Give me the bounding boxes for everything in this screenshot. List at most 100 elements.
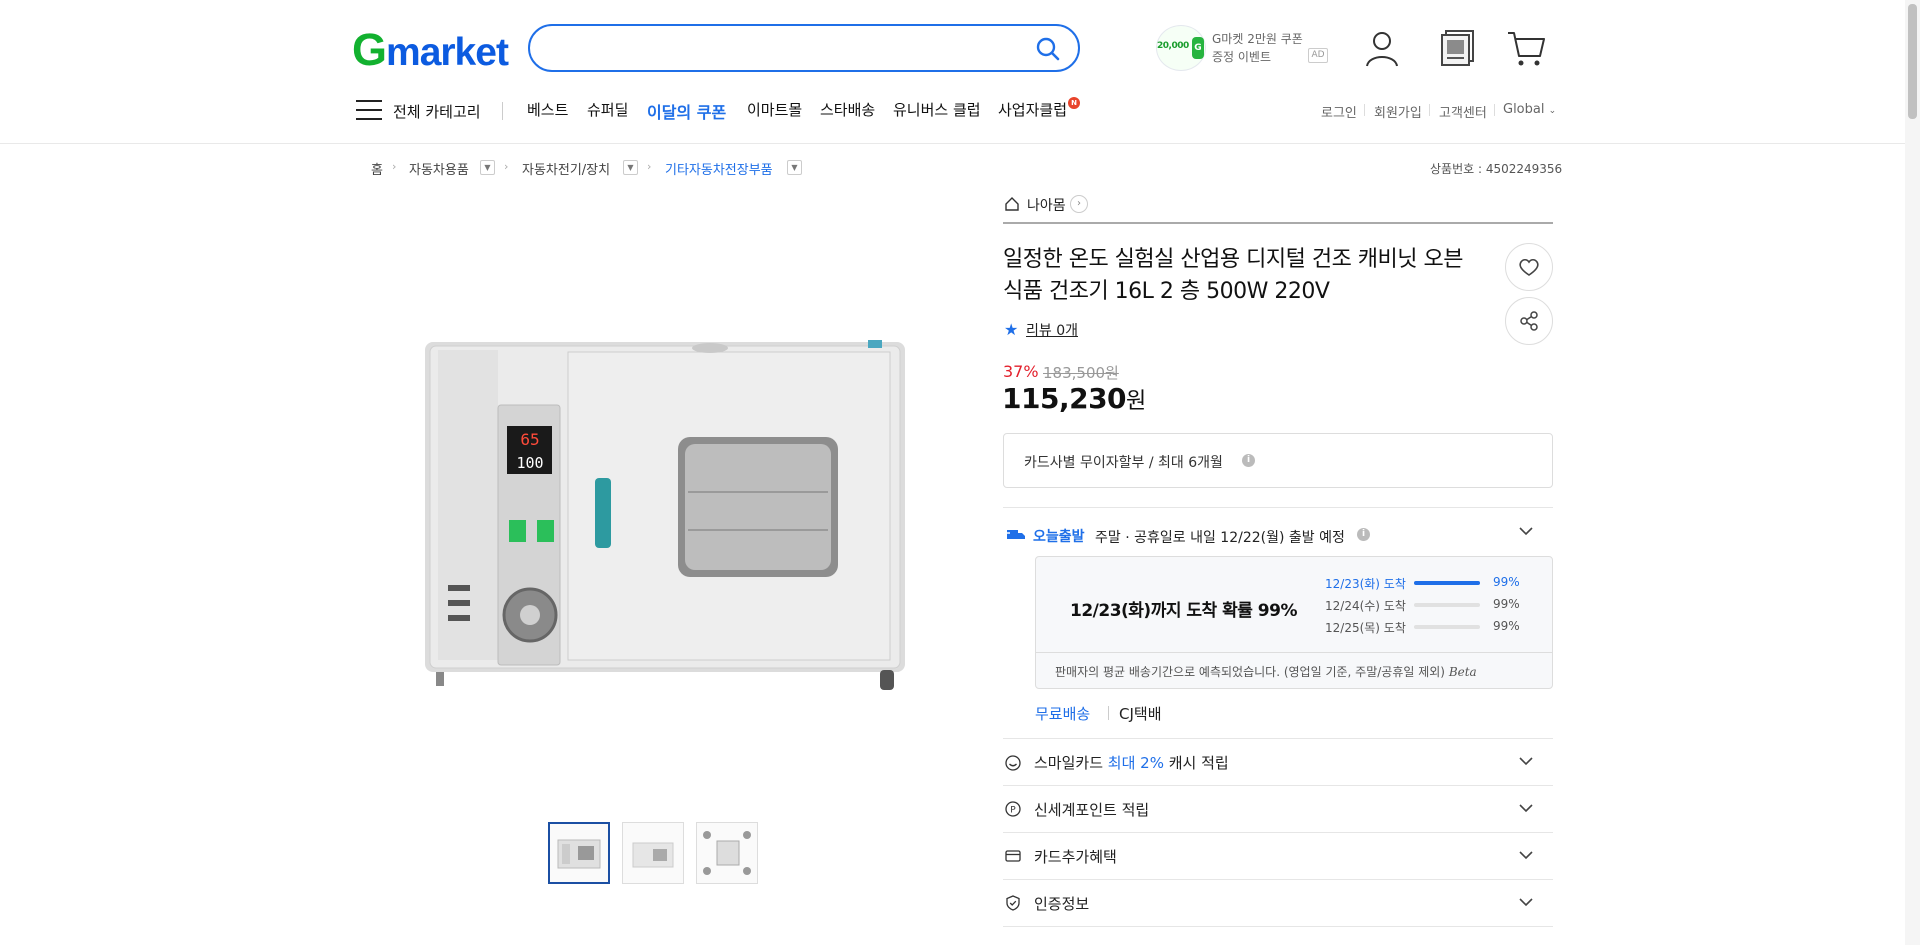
nav-superdeal[interactable]: 슈퍼딜 [587,99,628,120]
shinsegae-point[interactable]: 신세계포인트 적립 [1034,799,1149,820]
chevron-down-icon[interactable] [1517,846,1535,864]
recent-items-icon[interactable] [1438,28,1478,68]
gmarket-logo[interactable]: Gmarket [352,24,509,76]
arrival-bar-1 [1414,581,1480,585]
chevron-down-icon[interactable]: ▼ [480,160,495,175]
nav-divider [502,102,503,120]
smile-icon [1005,755,1021,771]
chevron-right-icon[interactable]: › [1070,195,1088,213]
svg-text:P: P [1010,806,1016,816]
home-icon[interactable] [1004,196,1020,212]
arrival-pct-2: 99% [1493,597,1520,611]
card-icon [1005,850,1021,862]
chevron-down-icon[interactable]: ▼ [623,160,638,175]
user-icon[interactable] [1362,28,1402,68]
util-divider [1494,104,1495,116]
arrival-date-2: 12/24(수) 도착 [1325,599,1406,613]
chevron-down-icon[interactable] [1517,799,1535,817]
nav-monthly-coupon[interactable]: 이달의 쿠폰 [647,99,726,123]
chevron-right-icon: › [392,160,397,173]
card-extra-benefit[interactable]: 카드추가혜택 [1034,846,1117,867]
nav-emart-mall[interactable]: 이마트몰 [747,99,802,120]
arrival-pct-3: 99% [1493,619,1520,633]
section-divider [1003,507,1553,508]
product-number: 상품번호 : 4502249356 [1430,162,1563,176]
ad-tag: AD [1308,48,1328,63]
info-icon[interactable]: i [1242,454,1255,467]
thumbnail-1[interactable] [548,822,610,884]
util-divider [1364,104,1365,116]
section-divider [1003,738,1553,739]
breadcrumb-level-1[interactable]: 자동차용품 [409,159,469,178]
nav-business-club[interactable]: 사업자클럽 [998,99,1067,120]
signup-link[interactable]: 회원가입 [1374,102,1422,121]
nav-best[interactable]: 베스트 [527,99,568,120]
display-temp-set: 65 [520,430,539,449]
arrival-bar-2 [1414,603,1480,607]
dispatch-text: 주말 · 공휴일로 내일 12/22(월) 출발 예정 [1095,530,1345,546]
box-divider [1035,652,1553,653]
divider [1108,706,1109,720]
breadcrumb-home[interactable]: 홈 [371,159,383,178]
thumbnail-2[interactable] [622,822,684,884]
thumbnail-3[interactable] [696,822,758,884]
search-box[interactable] [528,24,1080,72]
breadcrumb-level-2[interactable]: 자동차전기/장치 [522,159,610,178]
info-icon[interactable]: i [1357,528,1370,541]
star-icon: ★ [1004,320,1019,339]
installment-box[interactable]: 카드사별 무이자할부 / 최대 6개월 [1003,433,1553,488]
all-categories-link[interactable]: 전체 카테고리 [393,101,481,122]
delivery-icon [1004,530,1025,539]
promo-text[interactable]: G마켓 2만원 쿠폰 증정 이벤트 [1212,30,1312,66]
section-divider [1003,832,1553,833]
arrival-date-3: 12/25(목) 도착 [1325,621,1406,635]
scrollbar[interactable] [1905,0,1920,945]
original-price: 183,500원 [1043,364,1119,382]
menu-icon[interactable] [356,100,382,120]
chevron-right-icon: › [647,160,652,173]
arrival-bar-3 [1414,625,1480,629]
chevron-down-icon[interactable]: ▼ [787,160,802,175]
customer-center-link[interactable]: 고객센터 [1439,102,1487,121]
search-input[interactable] [550,34,1010,62]
product-image[interactable]: 65 100 [380,230,940,770]
section-divider [1003,879,1553,880]
certification-info[interactable]: 인증정보 [1034,893,1089,914]
today-dispatch-badge: 오늘출발 [1033,529,1085,545]
new-badge: N [1068,97,1080,109]
nav-universe-club[interactable]: 유니버스 클럽 [893,99,981,120]
review-link[interactable]: 리뷰 0개 [1026,320,1078,340]
store-name[interactable]: 나아몸 [1027,195,1066,215]
header-divider [0,143,1905,144]
discount-rate: 37% [1003,362,1039,381]
chevron-right-icon: › [504,160,509,173]
nav-star-delivery[interactable]: 스타배송 [820,99,875,120]
util-divider [1429,104,1430,116]
free-shipping: 무료배송 [1035,705,1091,723]
share-button[interactable] [1505,297,1553,345]
cart-icon[interactable] [1506,28,1546,68]
chevron-down-icon[interactable] [1517,522,1535,540]
chevron-down-icon[interactable] [1517,893,1535,911]
global-link[interactable]: Global ⌄ [1503,102,1556,117]
chevron-down-icon: ⌄ [1548,106,1557,116]
share-icon [1520,311,1538,331]
arrival-date-1: 12/23(화) 도착 [1325,577,1406,591]
breadcrumb-level-3[interactable]: 기타자동차전장부품 [665,159,773,178]
arrival-pct-1: 99% [1493,575,1520,589]
shield-check-icon [1006,895,1020,911]
search-icon[interactable] [1034,35,1062,63]
point-icon: P [1005,801,1021,817]
chevron-down-icon[interactable] [1517,752,1535,770]
smilecard-benefit[interactable]: 스마일카드 최대 2% 캐시 적립 [1034,752,1229,773]
sale-price: 115,230원 [1002,382,1146,415]
section-divider [1003,785,1553,786]
wishlist-button[interactable] [1505,243,1553,291]
promo-won-icon: G [1192,37,1204,59]
scrollbar-thumb[interactable] [1908,4,1917,119]
arrival-probability-main: 12/23(화)까지 도착 확률 99% [1070,601,1298,621]
login-link[interactable]: 로그인 [1321,102,1357,121]
estimate-note: 판매자의 평균 배송기간으로 예측되었습니다. (영업일 기준, 주말/공휴일 … [1055,665,1477,679]
store-divider [1003,222,1553,224]
section-divider [1003,926,1553,927]
